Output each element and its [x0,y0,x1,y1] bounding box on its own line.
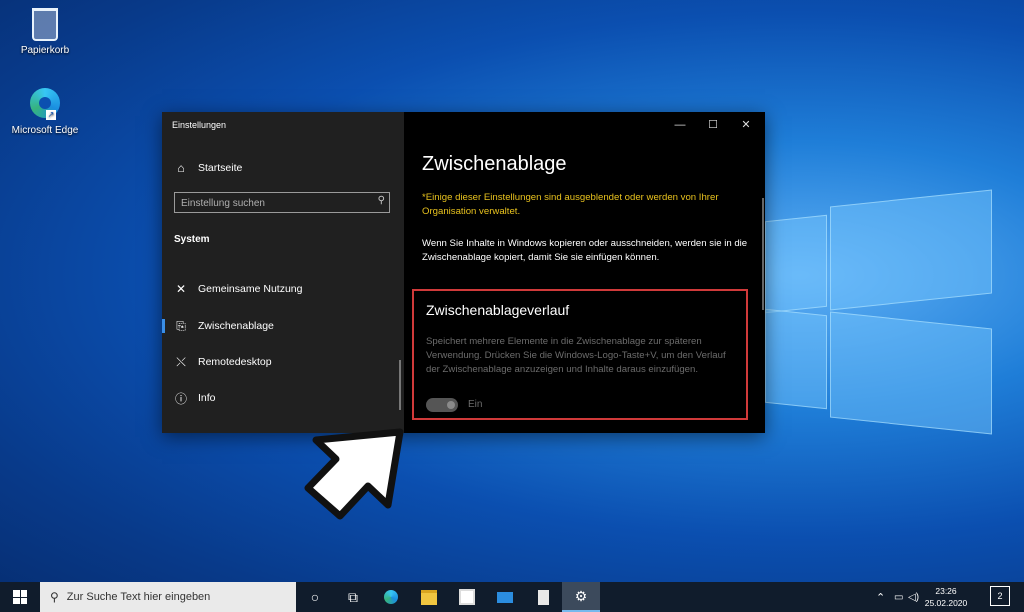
taskbar: ⚲ Zur Suche Text hier eingeben ○ ⧉ ⚙ ⌃ ▭… [0,582,1024,612]
sidebar-item-sharing[interactable]: ✕ Gemeinsame Nutzung [162,275,404,303]
store-icon[interactable] [448,582,486,612]
settings-content: — ☐ ✕ Zwischenablage *Einige dieser Eins… [404,112,765,433]
sidebar-item-label: Zwischenablage [198,320,274,332]
page-description: Wenn Sie Inhalte in Windows kopieren ode… [422,238,748,263]
settings-sidebar: Einstellungen ⌂ Startseite ⚲ System ✕ Ge… [162,112,404,433]
task-view-icon[interactable]: ⧉ [334,582,372,612]
clock-time: 23:26 [935,586,957,596]
history-toggle[interactable] [426,398,458,412]
edge-icon[interactable] [372,582,410,612]
desktop-icon-label: Microsoft Edge [11,125,79,136]
cortana-icon[interactable]: ○ [296,582,334,612]
sidebar-item-label: Info [198,392,216,404]
page-title: Zwischenablage [422,153,567,175]
sidebar-item-clipboard[interactable]: ⎘ Zwischenablage [162,312,404,340]
window-title: Einstellungen [172,120,227,130]
sidebar-item-label: Gemeinsame Nutzung [198,283,303,295]
desktop-icon-label: Papierkorb [20,45,70,56]
mail-icon[interactable] [486,582,524,612]
minimize-button[interactable]: — [665,112,695,138]
show-hidden-icons-icon[interactable]: ⌃ [876,582,885,612]
sidebar-scrollbar[interactable] [399,360,401,410]
edge-icon: ↗ [28,88,62,122]
taskbar-search-box[interactable]: ⚲ Zur Suche Text hier eingeben [40,582,296,612]
windows-logo-icon [13,590,27,604]
settings-search-box[interactable]: ⚲ [174,192,390,214]
remote-desktop-icon: ⤬ [176,354,186,369]
start-button[interactable] [0,582,40,612]
info-icon: ⓘ [174,391,187,406]
sidebar-item-info[interactable]: ⓘ Info [162,384,404,412]
settings-window: Einstellungen ⌂ Startseite ⚲ System ✕ Ge… [162,112,765,433]
recycle-bin-icon [28,8,62,42]
clipboard-icon: ⎘ [176,318,186,333]
policy-notice: *Einige dieser Einstellungen sind ausgeb… [422,192,719,217]
desktop-icon-recycle-bin[interactable]: Papierkorb [10,5,80,56]
sidebar-item-label: Remotedesktop [198,356,272,368]
sidebar-section-title: System [174,234,210,245]
history-description: Speichert mehrere Elemente in die Zwisch… [426,336,726,375]
search-input[interactable] [175,193,373,214]
settings-icon[interactable]: ⚙ [562,582,600,612]
close-button[interactable]: ✕ [731,112,761,138]
notepad-icon[interactable] [524,582,562,612]
share-icon: ✕ [175,282,187,296]
sidebar-item-label: Startseite [198,162,243,174]
notification-count: 2 [997,591,1003,601]
file-explorer-icon[interactable] [410,582,448,612]
search-icon[interactable]: ⚲ [378,195,385,206]
search-icon: ⚲ [50,590,59,604]
maximize-button[interactable]: ☐ [698,112,728,138]
toggle-state-label: Ein [468,399,483,410]
clock-date: 25.02.2020 [924,598,968,608]
sidebar-item-home[interactable]: ⌂ Startseite [162,154,404,182]
content-scrollbar[interactable] [762,198,764,310]
toggle-knob [447,401,455,409]
sidebar-item-remote-desktop[interactable]: ⤬ Remotedesktop [162,348,404,376]
taskbar-search-placeholder: Zur Suche Text hier eingeben [66,591,211,603]
clipboard-history-highlight: Zwischenablageverlauf Speichert mehrere … [412,289,748,420]
history-title: Zwischenablageverlauf [426,302,570,318]
home-icon: ⌂ [177,161,185,175]
network-icon[interactable]: ▭ [894,582,903,612]
desktop-icon-edge[interactable]: ↗ Microsoft Edge [10,86,80,136]
taskbar-clock[interactable]: 23:26 25.02.2020 [918,585,974,609]
shortcut-arrow-icon: ↗ [46,110,56,120]
notification-center-icon[interactable]: 2 [990,586,1010,606]
